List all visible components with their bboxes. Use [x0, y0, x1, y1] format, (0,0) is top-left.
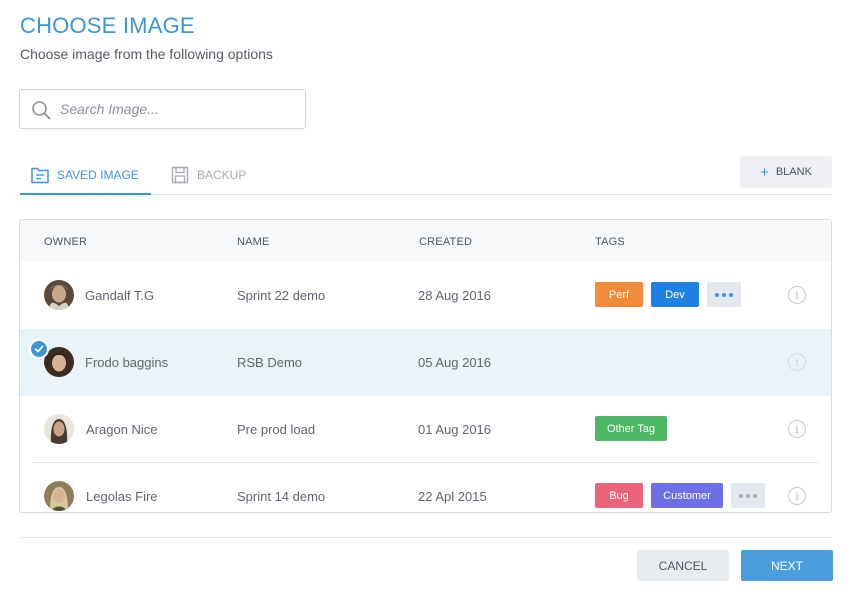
avatar [44, 280, 74, 310]
next-button[interactable]: NEXT [741, 550, 833, 581]
dot-icon [715, 292, 719, 297]
checkmark-icon[interactable] [29, 339, 49, 359]
dot-icon [722, 292, 726, 297]
more-tags-button[interactable] [731, 483, 765, 508]
column-header-name[interactable]: NAME [237, 236, 270, 248]
table-row[interactable]: Gandalf T.G Sprint 22 demo 28 Aug 2016 P… [20, 262, 831, 329]
owner-name: Gandalf T.G [85, 288, 155, 303]
tag-dev[interactable]: Dev [651, 282, 699, 307]
tab-saved-image[interactable]: SAVED IMAGE [20, 156, 151, 195]
created-date: 28 Aug 2016 [418, 288, 492, 303]
table-row[interactable]: Frodo baggins RSB Demo 05 Aug 2016 i [20, 329, 831, 396]
tag-bug[interactable]: Bug [595, 483, 643, 508]
tab-label: BACKUP [197, 168, 247, 182]
tab-backup[interactable]: BACKUP [170, 156, 246, 194]
info-icon[interactable]: i [788, 420, 806, 438]
column-header-owner[interactable]: OWNER [44, 236, 87, 248]
blank-button-label: BLANK [775, 166, 812, 178]
tag-perf[interactable]: Perf [595, 282, 643, 307]
owner-name: Aragon Nice [86, 422, 158, 437]
image-name: Pre prod load [237, 422, 316, 437]
search-box [19, 89, 306, 129]
table-row[interactable]: Legolas Fire Sprint 14 demo 22 Apl 2015 … [20, 463, 831, 512]
tag-customer[interactable]: Customer [651, 483, 723, 508]
plus-icon: + [760, 163, 769, 181]
column-header-created[interactable]: CREATED [419, 236, 472, 248]
column-header-tags[interactable]: TAGS [595, 236, 625, 248]
search-input[interactable] [60, 98, 295, 120]
image-table: OWNER NAME CREATED TAGS Gandalf T.G Spri… [19, 219, 832, 513]
tab-bar: SAVED IMAGE BACKUP + BLANK [20, 156, 832, 195]
owner-name: Legolas Fire [86, 489, 158, 504]
avatar [44, 481, 74, 511]
page-title: CHOOSE IMAGE [20, 13, 195, 38]
dot-icon [746, 493, 750, 498]
search-icon [32, 101, 51, 120]
dot-icon [753, 493, 757, 498]
created-date: 01 Aug 2016 [418, 422, 492, 437]
created-date: 22 Apl 2015 [418, 489, 487, 504]
tab-label: SAVED IMAGE [57, 168, 139, 182]
image-name: Sprint 22 demo [237, 288, 326, 303]
info-icon[interactable]: i [788, 353, 806, 371]
save-icon [171, 166, 189, 184]
footer-divider [19, 537, 832, 538]
table-row[interactable]: Aragon Nice Pre prod load 01 Aug 2016 Ot… [20, 396, 831, 463]
created-date: 05 Aug 2016 [418, 355, 492, 370]
tag-other[interactable]: Other Tag [595, 416, 667, 441]
blank-button[interactable]: + BLANK [740, 156, 832, 188]
image-name: RSB Demo [237, 355, 303, 370]
cancel-button[interactable]: CANCEL [637, 550, 729, 581]
image-name: Sprint 14 demo [237, 489, 326, 504]
folder-icon [31, 167, 49, 184]
table-header: OWNER NAME CREATED TAGS [20, 220, 831, 262]
dot-icon [739, 493, 743, 498]
info-icon[interactable]: i [788, 286, 806, 304]
avatar [44, 414, 74, 444]
owner-name: Frodo baggins [85, 355, 169, 370]
info-icon[interactable]: i [788, 487, 806, 505]
more-tags-button[interactable] [707, 282, 741, 307]
page-subtitle: Choose image from the following options [20, 46, 273, 62]
dot-icon [729, 292, 733, 297]
